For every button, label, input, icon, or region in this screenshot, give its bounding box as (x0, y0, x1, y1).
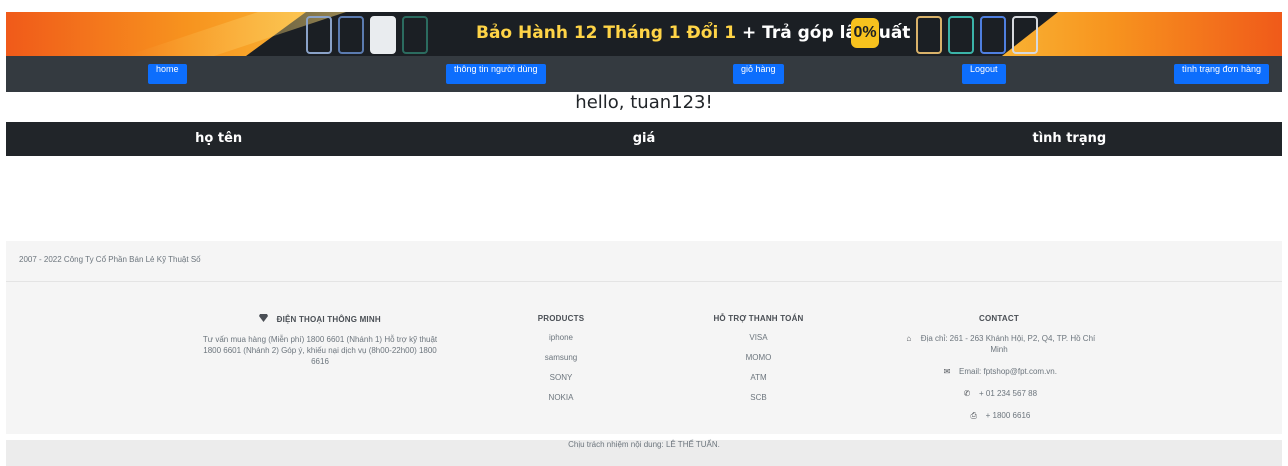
brand-description: Tư vấn mua hàng (Miễn phí) 1800 6601 (Nh… (202, 335, 438, 366)
payment-link-scb[interactable]: SCB (691, 393, 826, 402)
order-status-button[interactable]: tình trạng đơn hàng (1174, 64, 1269, 84)
contact-email: ✉ Email: fptshop@fpt.com.vn. (894, 366, 1104, 377)
payment-link-atm[interactable]: ATM (691, 373, 826, 382)
top-nav: home thông tin người dùng giỏ hàng Logou… (6, 56, 1282, 92)
home-icon: ⌂ (906, 334, 912, 343)
gem-icon (259, 314, 270, 324)
phone-image (980, 16, 1006, 54)
contact-address: ⌂ Địa chỉ: 261 - 263 Khánh Hội, P2, Q4, T… (894, 333, 1104, 355)
banner-phones-right (916, 16, 1038, 54)
products-heading: PRODUCTS (537, 314, 585, 323)
cart-button[interactable]: giỏ hàng (733, 64, 784, 84)
footer-brand-column: ĐIỆN THOẠI THÔNG MINH Tư vấn mua hàng (M… (200, 314, 440, 367)
footer-bottom-bar: Chịu trách nhiệm nội dung: LÊ THẾ TUẤN. (6, 440, 1282, 466)
product-link-sony[interactable]: SONY (511, 373, 611, 382)
user-info-button[interactable]: thông tin người dùng (446, 64, 546, 84)
plus-sign: + (741, 23, 757, 43)
phone-image (402, 16, 428, 54)
phone-image (306, 16, 332, 54)
footer-payment-column: HỖ TRỢ THANH TOÁN VISA MOMO ATM SCB (691, 314, 826, 413)
contact-heading: CONTACT (979, 314, 1019, 323)
brand-heading: ĐIỆN THOẠI THÔNG MINH (200, 314, 440, 324)
printer-icon: ⎙ (970, 411, 977, 420)
copyright-text: 2007 - 2022 Công Ty Cổ Phần Bán Lẻ Kỹ Th… (19, 255, 201, 264)
payment-heading: HỖ TRỢ THANH TOÁN (713, 314, 804, 323)
contact-phone: ✆ + 01 234 567 88 (894, 388, 1104, 399)
footer-copyright-bar: 2007 - 2022 Công Ty Cổ Phần Bán Lẻ Kỹ Th… (6, 241, 1282, 282)
banner-text: Bảo Hành 12 Tháng 1 Đổi 1 + Trả góp lãi … (476, 23, 910, 43)
contact-fax: ⎙ + 1800 6616 (894, 410, 1104, 421)
logout-button[interactable]: Logout (962, 64, 1006, 84)
phone-image (1012, 16, 1038, 54)
banner-stripe-right (1002, 12, 1282, 56)
phone-image (338, 16, 364, 54)
envelope-icon: ✉ (943, 367, 951, 376)
orders-table-header: họ tên giá tình trạng (6, 122, 1282, 156)
fax-text: + 1800 6616 (985, 411, 1031, 420)
phone-image (948, 16, 974, 54)
product-link-samsung[interactable]: samsung (511, 353, 611, 362)
payment-link-visa[interactable]: VISA (691, 333, 826, 342)
promo-banner[interactable]: Bảo Hành 12 Tháng 1 Đổi 1 + Trả góp lãi … (6, 12, 1282, 56)
responsibility-text: Chịu trách nhiệm nội dung: LÊ THẾ TUẤN. (568, 440, 720, 449)
email-text: Email: fptshop@fpt.com.vn. (959, 367, 1057, 376)
column-header-status: tình trạng (1032, 131, 1107, 146)
payment-link-momo[interactable]: MOMO (691, 353, 826, 362)
zero-percent-badge: 0% (851, 18, 879, 48)
home-button[interactable]: home (148, 64, 187, 84)
footer-products-column: PRODUCTS iphone samsung SONY NOKIA (511, 314, 611, 413)
phone-image (370, 16, 396, 54)
product-link-nokia[interactable]: NOKIA (511, 393, 611, 402)
phone-image (916, 16, 942, 54)
product-link-iphone[interactable]: iphone (511, 333, 611, 342)
column-header-price: giá (632, 131, 656, 146)
warranty-text: Bảo Hành 12 Tháng 1 Đổi 1 (476, 23, 737, 43)
installment-text: Trả góp lãi suất (762, 23, 911, 43)
brand-title: ĐIỆN THOẠI THÔNG MINH (276, 315, 381, 324)
footer-contact-column: CONTACT ⌂ Địa chỉ: 261 - 263 Khánh Hội, P… (894, 314, 1104, 432)
greeting-heading: hello, tuan123! (575, 92, 713, 113)
banner-phones-left (306, 16, 428, 54)
address-text: Địa chỉ: 261 - 263 Khánh Hội, P2, Q4, TP… (920, 334, 1096, 354)
column-header-name: họ tên (195, 131, 243, 146)
phone-text: + 01 234 567 88 (978, 389, 1038, 398)
footer-main: ĐIỆN THOẠI THÔNG MINH Tư vấn mua hàng (M… (6, 282, 1282, 434)
phone-icon: ✆ (963, 389, 971, 398)
